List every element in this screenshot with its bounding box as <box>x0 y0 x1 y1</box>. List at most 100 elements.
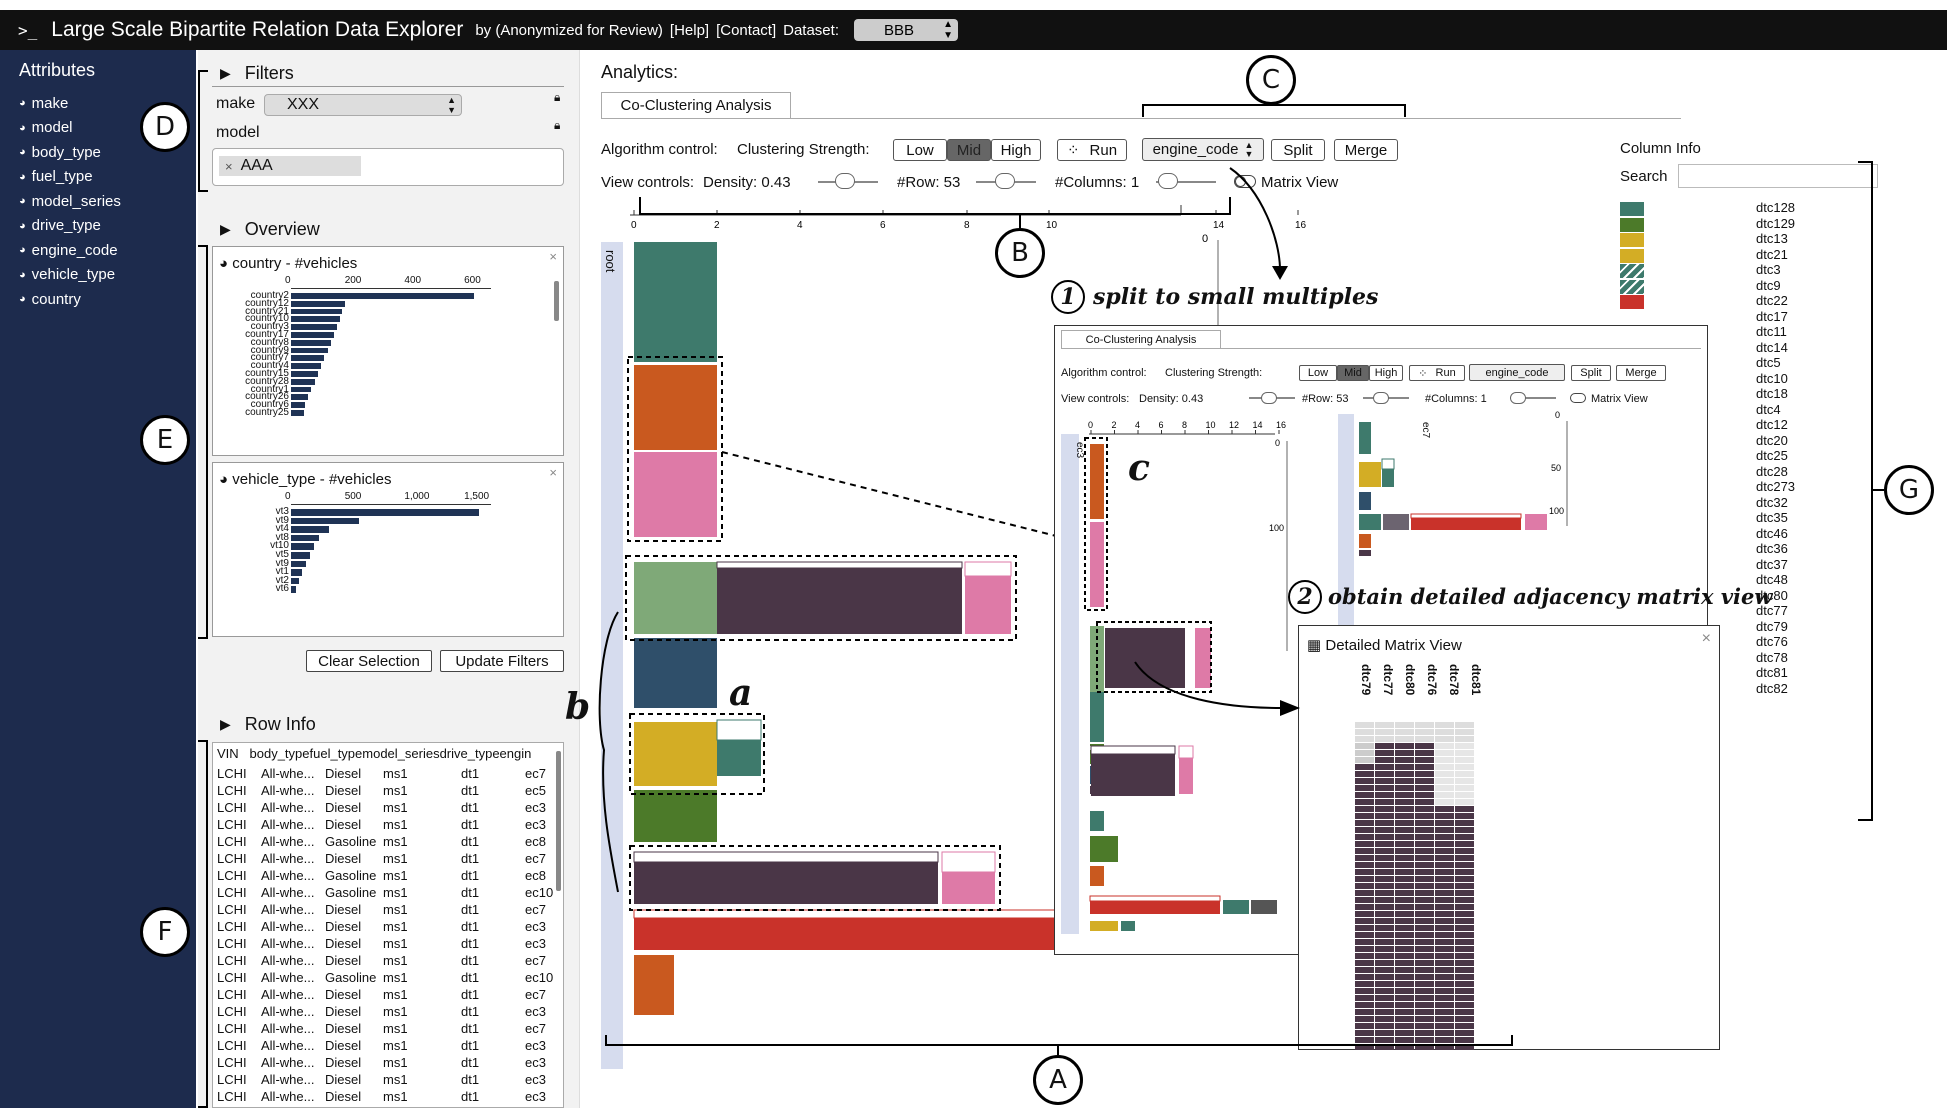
column-item[interactable]: dtc46 <box>1756 526 1788 541</box>
column-item[interactable]: dtc273 <box>1756 479 1795 494</box>
table-row[interactable]: LCHI All-whe... Gasoline ms1 dt1 ec10 <box>217 884 557 901</box>
table-cell: All-whe... <box>261 1072 315 1087</box>
tick-label: 600 <box>464 275 481 286</box>
matrix-grid[interactable] <box>1355 722 1505 1051</box>
sidebar-item-drive_type[interactable]: ◕ drive_type <box>19 214 196 239</box>
sidebar-item-fuel_type[interactable]: ◕ fuel_type <box>19 165 196 190</box>
scrollbar[interactable] <box>556 751 561 891</box>
callout-A: A <box>1033 1055 1083 1105</box>
scrollbar[interactable] <box>554 281 559 321</box>
left-panel: ▶ Filters make XXX ▲ ▼ 🔒︎ model 🔒︎ × AAA … <box>198 50 580 1108</box>
column-item[interactable]: dtc18 <box>1756 386 1788 401</box>
column-item[interactable]: dtc78 <box>1756 650 1788 665</box>
table-row[interactable]: LCHI All-whe... Diesel ms1 dt1 ec3 <box>217 1037 557 1054</box>
table-row[interactable]: LCHI All-whe... Diesel ms1 dt1 ec3 <box>217 816 557 833</box>
matrix-cell <box>1435 771 1454 777</box>
filters-header[interactable]: ▶ Filters <box>198 63 294 84</box>
update-filters-button[interactable]: Update Filters <box>440 650 564 672</box>
column-item[interactable]: dtc3 <box>1756 262 1781 277</box>
table-row[interactable]: LCHI All-whe... Diesel ms1 dt1 ec3 <box>217 1071 557 1088</box>
column-item[interactable]: dtc10 <box>1756 371 1788 386</box>
sidebar-item-engine_code[interactable]: ◕ engine_code <box>19 238 196 263</box>
cluster-block <box>634 452 717 537</box>
matrix-cell <box>1435 918 1454 924</box>
column-item[interactable]: dtc13 <box>1756 231 1788 246</box>
sidebar-item-vehicle_type[interactable]: ◕ vehicle_type <box>19 263 196 288</box>
row-info-header[interactable]: ▶ Row Info <box>198 714 316 735</box>
make-select[interactable]: XXX ▲ ▼ <box>264 94 462 116</box>
table-row[interactable]: LCHI All-whe... Gasoline ms1 dt1 ec10 <box>217 969 557 986</box>
table-row[interactable]: LCHI All-whe... Gasoline ms1 dt1 ec8 <box>217 867 557 884</box>
axis-tick-label: 16 <box>1276 420 1286 430</box>
sidebar-item-country[interactable]: ◕ country <box>19 287 196 312</box>
column-item[interactable]: dtc128 <box>1756 200 1795 215</box>
matrix-cell <box>1455 1030 1474 1036</box>
table-row[interactable]: LCHI All-whe... Diesel ms1 dt1 ec3 <box>217 1003 557 1020</box>
table-row[interactable]: LCHI All-whe... Diesel ms1 dt1 ec7 <box>217 986 557 1003</box>
table-cell: All-whe... <box>261 817 315 832</box>
column-item[interactable]: dtc28 <box>1756 464 1788 479</box>
contact-link[interactable]: [Contact] <box>716 22 776 39</box>
close-icon[interactable]: × <box>549 249 557 264</box>
column-item[interactable]: dtc21 <box>1756 247 1788 262</box>
sidebar-item-label: country <box>31 290 81 308</box>
column-item[interactable]: dtc4 <box>1756 402 1781 417</box>
matrix-cell <box>1435 729 1454 735</box>
column-item[interactable]: dtc37 <box>1756 557 1788 572</box>
column-item[interactable]: dtc5 <box>1756 355 1781 370</box>
column-search-input[interactable] <box>1678 164 1878 188</box>
column-item[interactable]: dtc35 <box>1756 510 1788 525</box>
cluster-block <box>1359 550 1371 556</box>
table-row[interactable]: LCHI All-whe... Diesel ms1 dt1 ec3 <box>217 799 557 816</box>
matrix-cell <box>1375 750 1394 756</box>
table-row[interactable]: LCHI All-whe... Gasoline ms1 dt1 ec8 <box>217 833 557 850</box>
column-item[interactable]: dtc12 <box>1756 417 1788 432</box>
column-item[interactable]: dtc17 <box>1756 309 1788 324</box>
column-item[interactable]: dtc76 <box>1756 634 1788 649</box>
column-item[interactable]: dtc32 <box>1756 495 1788 510</box>
table-row[interactable]: LCHI All-whe... Diesel ms1 dt1 ec7 <box>217 952 557 969</box>
country-chart-card[interactable]: ◕ country - #vehicles × 0 200 400 600 countr… <box>212 246 564 456</box>
table-row[interactable]: LCHI All-whe... Diesel ms1 dt1 ec7 <box>217 901 557 918</box>
column-item[interactable]: dtc129 <box>1756 216 1795 231</box>
cluster-block <box>634 718 717 786</box>
root-cluster-bar[interactable] <box>601 242 623 1069</box>
table-row[interactable]: LCHI All-whe... Diesel ms1 dt1 ec3 <box>217 1088 557 1105</box>
lock-icon[interactable]: 🔒︎ <box>554 90 560 105</box>
tag-remove-icon[interactable]: × <box>225 159 233 174</box>
overview-header[interactable]: ▶ Overview <box>198 219 320 240</box>
dataset-select[interactable]: BBB ▲ ▼ <box>854 19 958 41</box>
table-row[interactable]: LCHI All-whe... Diesel ms1 dt1 ec7 <box>217 1020 557 1037</box>
model-tag-input[interactable]: × AAA <box>212 148 564 186</box>
column-item[interactable]: dtc20 <box>1756 433 1788 448</box>
table-row[interactable]: LCHI All-whe... Diesel ms1 dt1 ec7 <box>217 765 557 782</box>
table-row[interactable]: LCHI All-whe... Diesel ms1 dt1 ec7 <box>217 850 557 867</box>
close-icon[interactable]: × <box>549 465 557 480</box>
table-row[interactable]: LCHI All-whe... Diesel ms1 dt1 ec3 <box>217 1054 557 1071</box>
table-row[interactable]: LCHI All-whe... Diesel ms1 dt1 ec3 <box>217 935 557 952</box>
column-item[interactable]: dtc36 <box>1756 541 1788 556</box>
matrix-cell <box>1375 1044 1394 1050</box>
row-info-table-container[interactable]: VIN body_typefuel_typemodel_seriesdrive_… <box>212 742 564 1108</box>
clear-selection-button[interactable]: Clear Selection <box>306 650 432 672</box>
matrix-cell <box>1415 827 1434 833</box>
help-link[interactable]: [Help] <box>670 22 709 39</box>
column-item[interactable]: dtc11 <box>1756 324 1787 339</box>
matrix-cell <box>1375 785 1394 791</box>
table-row[interactable]: LCHI All-whe... Diesel ms1 dt1 ec3 <box>217 918 557 935</box>
lock-icon[interactable]: 🔒︎ <box>554 118 560 133</box>
column-item[interactable]: dtc9 <box>1756 278 1781 293</box>
matrix-cell <box>1455 729 1474 735</box>
column-item[interactable]: dtc25 <box>1756 448 1788 463</box>
column-item[interactable]: dtc81 <box>1756 665 1788 680</box>
close-icon[interactable]: × <box>1702 630 1711 648</box>
table-cell: All-whe... <box>261 1055 315 1070</box>
vehicle-chart-card[interactable]: ◕ vehicle_type - #vehicles × 0 500 1,000 1,… <box>212 462 564 637</box>
matrix-cell <box>1455 890 1474 896</box>
table-row[interactable]: LCHI All-whe... Diesel ms1 dt1 ec5 <box>217 782 557 799</box>
column-item[interactable]: dtc22 <box>1756 293 1788 308</box>
sidebar-item-model_series[interactable]: ◕ model_series <box>19 189 196 214</box>
column-item[interactable]: dtc79 <box>1756 619 1788 634</box>
column-item[interactable]: dtc14 <box>1756 340 1788 355</box>
column-item[interactable]: dtc82 <box>1756 681 1788 696</box>
